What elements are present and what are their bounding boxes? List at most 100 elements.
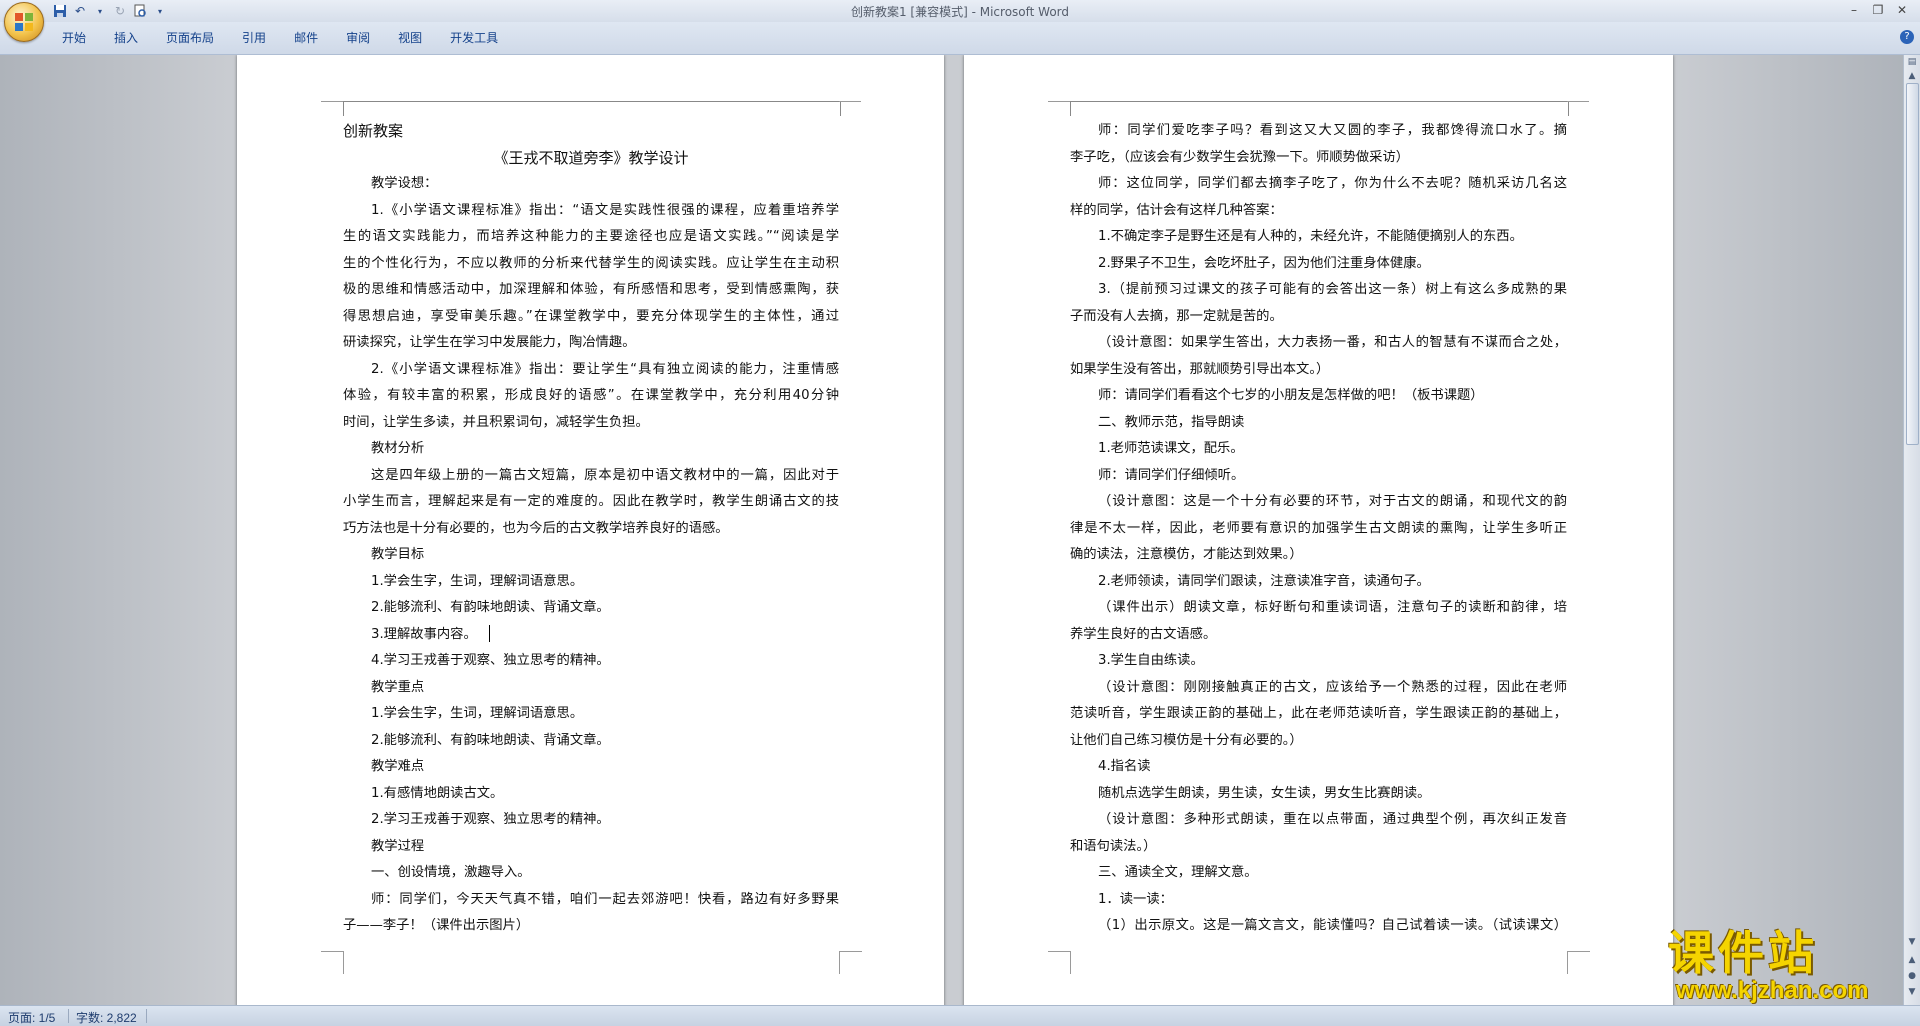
list-item-with-cursor: 3.理解故事内容。 — [343, 622, 839, 649]
margin-corner-mark — [839, 87, 861, 102]
next-page-icon[interactable]: ▼ — [1905, 985, 1919, 999]
section-heading: 教材分析 — [371, 441, 425, 456]
margin-corner-mark — [839, 951, 862, 974]
text-cursor — [488, 625, 490, 642]
margin-corner-mark — [321, 87, 343, 102]
paragraph-line: 师：请同学们看看这个七岁的小朋友是怎样做的吧！（板书课题） — [1098, 388, 1484, 403]
list-item: 4.指名读 — [1098, 759, 1151, 774]
paragraph-line: 教学设想： — [371, 176, 438, 191]
tab-home[interactable]: 开始 — [48, 29, 100, 47]
paragraph-line: 师：同学们，今天天气真不错，咱们一起去郊游吧！快看，路边有好多野果 — [371, 891, 839, 907]
scroll-up-icon[interactable]: ▲ — [1905, 69, 1919, 83]
paragraph-line: （1）出示原文。这是一篇文言文，能读懂吗？自己试着读一读。（试读课文） — [1098, 918, 1567, 933]
close-icon[interactable]: ✕ — [1890, 1, 1914, 19]
paragraph-line: 随机点选学生朗读，男生读，女生读，男女生比赛朗读。 — [1098, 785, 1431, 801]
list-item-text: 3.理解故事内容。 — [371, 626, 477, 642]
section-heading: 教学过程 — [371, 838, 425, 854]
ribbon-tabs: 开始 插入 页面布局 引用 邮件 审阅 视图 开发工具 — [48, 29, 512, 47]
margin-corner-mark — [1567, 87, 1589, 102]
list-item: 2.学习王戎善于观察、独立思考的精神。 — [371, 812, 610, 827]
list-item: 2.能够流利、有韵味地朗读、背诵文章。 — [371, 600, 610, 615]
paragraph-line: 和语句读法。） — [1070, 838, 1157, 854]
list-item: 1.有感情地朗读古文。 — [371, 785, 504, 801]
status-separator — [68, 1009, 69, 1023]
section-heading: 三、通读全文，理解文意。 — [1098, 865, 1258, 880]
paragraph-line: 研读探究，让学生在学习中发展能力，陶冶情趣。 — [343, 335, 636, 350]
section-heading: 教学目标 — [371, 547, 425, 562]
status-bar: 页面: 1/5 字数: 2,822 — [0, 1005, 1920, 1026]
paragraph-line: 养学生良好的古文语感。 — [1070, 626, 1217, 642]
status-separator — [146, 1009, 147, 1023]
list-item: 1.不确定李子是野生还是有人种的，未经允许，不能随便摘别人的东西。 — [1098, 229, 1523, 244]
paragraph-line: 样的同学，估计会有这样几种答案： — [1070, 202, 1283, 218]
tab-developer[interactable]: 开发工具 — [436, 29, 512, 47]
paragraph-line: 时间，让学生多读，并且积累词句，减轻学生负担。 — [343, 414, 649, 430]
list-item: 3.（提前预习过课文的孩子可能有的会答出这一条）树上有这么多成熟的果 — [1098, 282, 1567, 297]
tab-view[interactable]: 视图 — [384, 29, 436, 47]
page-count[interactable]: 页面: 1/5 — [8, 1009, 55, 1026]
margin-corner-mark — [321, 951, 344, 974]
margin-corner-mark — [1048, 87, 1070, 102]
tab-page-layout[interactable]: 页面布局 — [152, 29, 228, 47]
tab-mailings[interactable]: 邮件 — [280, 29, 332, 47]
list-item: 4.学习王戎善于观察、独立思考的精神。 — [371, 653, 610, 668]
margin-corner-mark — [1048, 951, 1071, 974]
section-heading: 教学难点 — [371, 759, 425, 774]
window-controls: – ❐ ✕ — [1842, 1, 1914, 19]
paragraph-line: （设计意图：如果学生答出，大力表扬一番，和古人的智慧有不谋而合之处， — [1098, 335, 1567, 350]
document-page-1[interactable]: 创新教案 《王戎不取道旁李》教学设计 教学设想： 1.《小学语文课程标准》指出：… — [237, 55, 944, 1005]
paragraph-line: 律是不太一样，因此，老师要有意识的加强学生古文朗读的熏陶，让学生多听正 — [1070, 520, 1567, 536]
watermark-logo-text: 课件站 — [1668, 926, 1818, 980]
paragraph-line: 这是四年级上册的一篇古文短篇，原本是初中语文教材中的一篇，因此对于 — [371, 467, 839, 483]
tab-references[interactable]: 引用 — [228, 29, 280, 47]
paragraph-line: 得思想启迪，享受审美乐趣。”在课堂教学中，要充分体现学生的主体性，通过 — [343, 308, 839, 324]
paragraph-line: 体验，有较丰富的积累，形成良好的语感”。在课堂教学中，充分利用40分钟 — [343, 388, 839, 403]
paragraph-line: 1.《小学语文课程标准》指出：“语文是实践性很强的课程，应着重培养学 — [371, 202, 839, 218]
scroll-down-icon[interactable]: ▼ — [1905, 935, 1919, 949]
paragraph-line: 巧方法也是十分有必要的，也为今后的古文教学培养良好的语感。 — [343, 520, 729, 536]
list-item: 1.老师范读课文，配乐。 — [1098, 441, 1244, 456]
header-border — [1070, 101, 1569, 116]
list-item: 2.野果子不卫生，会吃坏肚子，因为他们注重身体健康。 — [1098, 255, 1430, 271]
paragraph-line: 子——李子！（课件出示图片） — [343, 918, 530, 933]
word-count[interactable]: 字数: 2,822 — [76, 1009, 137, 1026]
page-1-body[interactable]: 创新教案 《王戎不取道旁李》教学设计 教学设想： 1.《小学语文课程标准》指出：… — [343, 118, 839, 940]
header-border — [343, 101, 841, 116]
paragraph-line: 2.《小学语文课程标准》指出：要让学生“具有独立阅读的能力，注重情感 — [371, 361, 839, 377]
site-watermark: 课件站 www.kjzhan.com — [1668, 928, 1904, 1004]
document-page-2[interactable]: 师：同学们爱吃李子吗？看到这又大又圆的李子，我都馋得流口水了。摘 李子吃，（应该… — [964, 55, 1673, 1005]
scrollbar-thumb[interactable] — [1906, 83, 1919, 445]
office-button[interactable] — [4, 2, 44, 42]
list-item: 1．读一读： — [1098, 891, 1173, 907]
paragraph-line: 师：这位同学，同学们都去摘李子吃了，你为什么不去呢？随机采访几名这 — [1098, 176, 1567, 191]
list-item: 1.学会生字，生词，理解词语意思。 — [371, 706, 584, 721]
minimize-icon[interactable]: – — [1842, 1, 1866, 19]
help-icon[interactable]: ? — [1900, 30, 1914, 44]
list-item: 2.老师领读，请同学们跟读，注意读准字音，读通句子。 — [1098, 573, 1430, 589]
ruler-toggle-icon[interactable]: ▤ — [1905, 55, 1919, 69]
paragraph-line: 子而没有人去摘，那一定就是苦的。 — [1070, 308, 1283, 324]
page-2-body[interactable]: 师：同学们爱吃李子吗？看到这又大又圆的李子，我都馋得流口水了。摘 李子吃，（应该… — [1070, 118, 1567, 940]
paragraph-line: （设计意图：多种形式朗读，重在以点带面，通过典型个例，再次纠正发音 — [1098, 812, 1567, 827]
tab-insert[interactable]: 插入 — [100, 29, 152, 47]
title-bar: ↶ ▾ ↻ ▾ 创新教案1 [兼容模式] - Microsoft Word – … — [0, 0, 1920, 42]
browse-object-icon[interactable]: ● — [1905, 969, 1919, 983]
tab-review[interactable]: 审阅 — [332, 29, 384, 47]
office-logo-icon — [15, 13, 33, 31]
paragraph-line: （设计意图：这是一个十分有必要的环节，对于古文的朗诵，和现代文的韵 — [1098, 494, 1567, 509]
watermark-url: www.kjzhan.com — [1676, 977, 1869, 1004]
paragraph-line: （课件出示）朗读文章，标好断句和重读词语，注意句子的读断和韵律，培 — [1098, 600, 1567, 615]
paragraph-line: 李子吃，（应该会有少数学生会犹豫一下。师顺势做采访） — [1070, 149, 1410, 165]
paragraph-line: 极的思维和情感活动中，加深理解和体验，有所感悟和思考，受到情感熏陶，获 — [343, 282, 839, 297]
paragraph-line: 让他们自己练习模仿是十分有必要的。） — [1070, 732, 1303, 748]
previous-page-icon[interactable]: ▲ — [1905, 953, 1919, 967]
header-text: 创新教案 — [343, 122, 404, 140]
restore-icon[interactable]: ❐ — [1866, 1, 1890, 19]
section-heading: 二、教师示范，指导朗读 — [1098, 414, 1245, 430]
list-item: 3.学生自由练读。 — [1098, 653, 1204, 668]
paragraph-line: 如果学生没有答出，那就顺势引导出本文。） — [1070, 361, 1330, 377]
ribbon-tabs-bar: 开始 插入 页面布局 引用 邮件 审阅 视图 开发工具 ? — [0, 22, 1920, 55]
vertical-scrollbar[interactable]: ▤ ▲ ▼ ▲ ● ▼ — [1903, 55, 1920, 1005]
paragraph-line: 一、创设情境，激趣导入。 — [371, 865, 531, 880]
section-heading: 教学重点 — [371, 679, 425, 695]
